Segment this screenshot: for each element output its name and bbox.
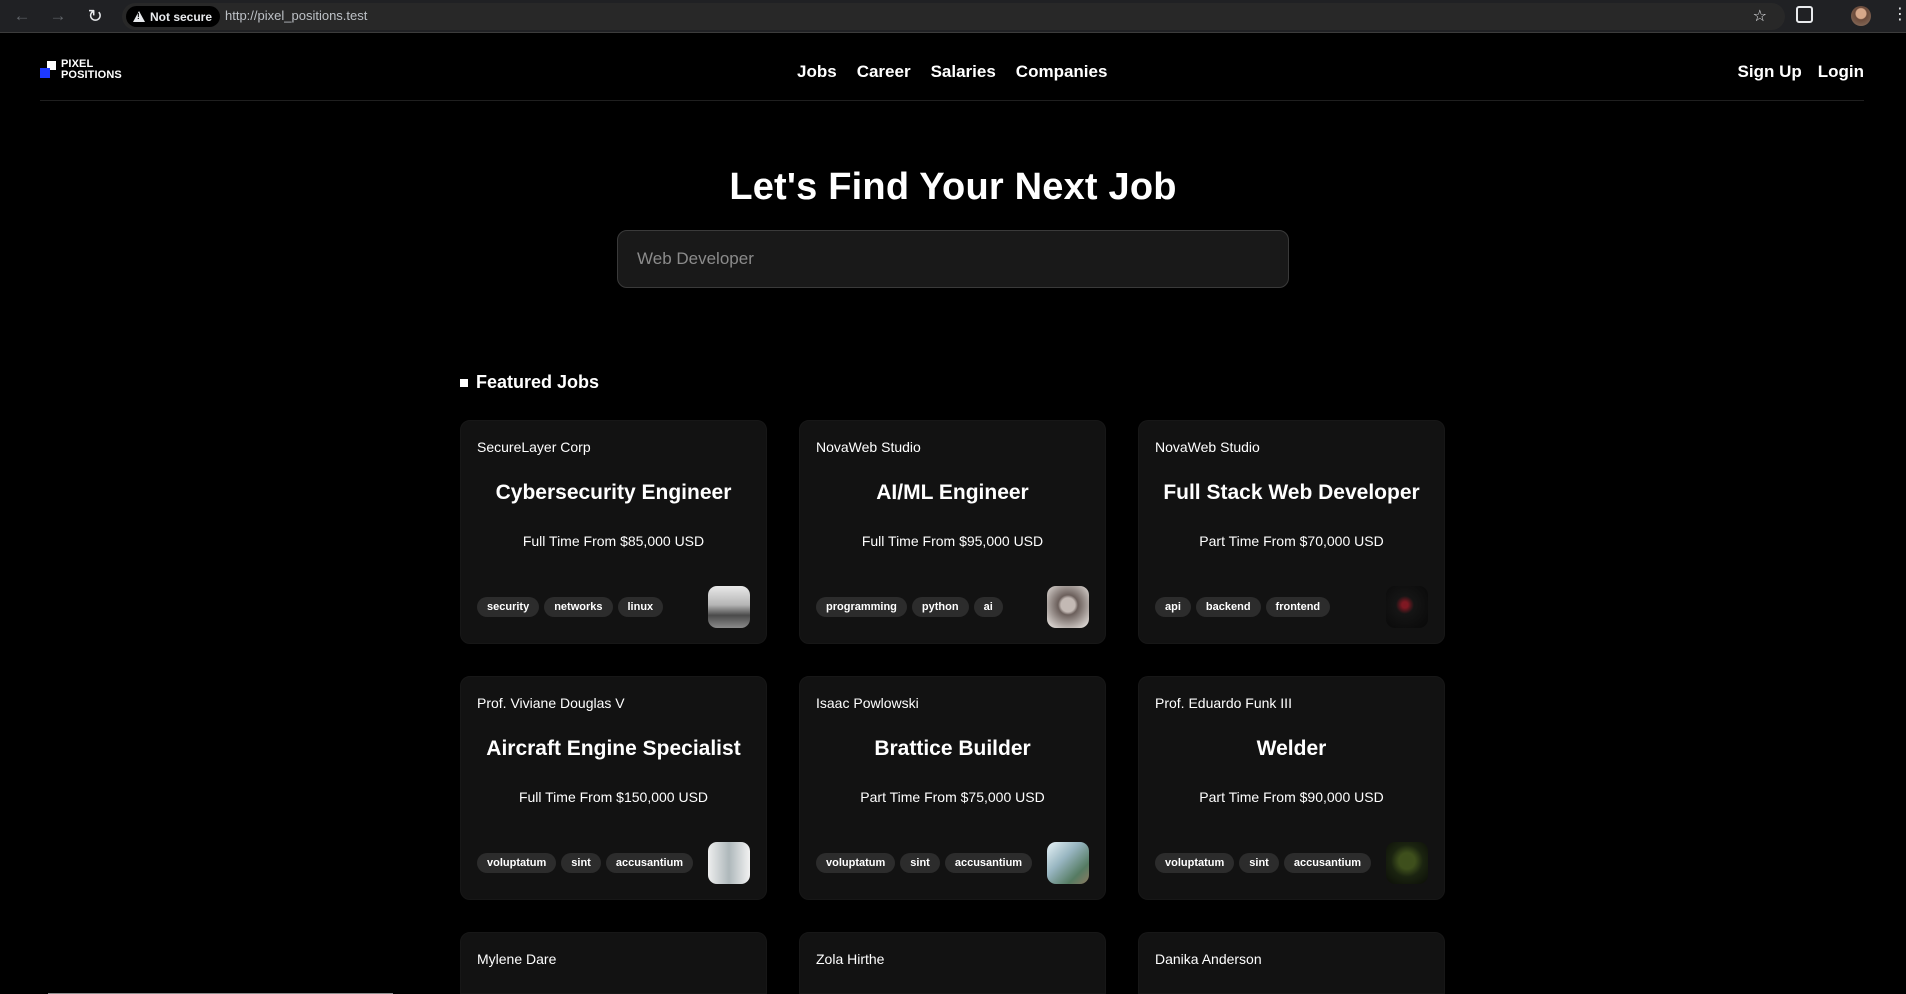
company-name[interactable]: NovaWeb Studio	[816, 439, 921, 455]
salary-text: Full Time From $85,000 USD	[522, 533, 705, 549]
job-title[interactable]: Cybersecurity Engineer	[461, 481, 766, 505]
browser-toolbar: ← → ↻ Not secure http://pixel_positions.…	[0, 0, 1906, 33]
company-name[interactable]: Prof. Eduardo Funk III	[1155, 695, 1292, 711]
site-logo[interactable]: PIXEL POSITIONS	[40, 59, 132, 81]
page-title: Let's Find Your Next Job	[729, 166, 1177, 208]
company-name[interactable]: SecureLayer Corp	[477, 439, 591, 455]
salary-text: Full Time From $150,000 USD	[518, 789, 709, 805]
tag[interactable]: security	[477, 597, 540, 617]
tag[interactable]: linux	[617, 597, 664, 617]
browser-menu-icon[interactable]: ⋮	[1892, 5, 1906, 25]
tag[interactable]: sint	[900, 853, 940, 873]
nav-salaries[interactable]: Salaries	[931, 62, 996, 82]
tag[interactable]: python	[911, 597, 969, 617]
job-card[interactable]: Zola Hirthe	[799, 932, 1106, 994]
tag[interactable]: ai	[973, 597, 1003, 617]
company-name[interactable]: Danika Anderson	[1155, 951, 1262, 967]
employer-logo	[1047, 586, 1089, 628]
sign-up-link[interactable]: Sign Up	[1738, 62, 1802, 82]
job-card[interactable]: NovaWeb Studio Full Stack Web Developer …	[1138, 420, 1445, 644]
reload-icon[interactable]: ↻	[84, 5, 106, 27]
job-card[interactable]: SecureLayer Corp Cybersecurity Engineer …	[460, 420, 767, 644]
salary-text: Part Time From $90,000 USD	[1199, 789, 1384, 805]
company-name[interactable]: NovaWeb Studio	[1155, 439, 1260, 455]
extensions-icon[interactable]	[1796, 6, 1813, 23]
employer-logo	[708, 586, 750, 628]
logo-text: PIXEL POSITIONS	[61, 58, 122, 81]
tag[interactable]: voluptatum	[816, 853, 896, 873]
job-title[interactable]: Brattice Builder	[800, 737, 1105, 761]
job-title[interactable]: AI/ML Engineer	[800, 481, 1105, 505]
security-chip[interactable]: Not secure	[126, 6, 221, 27]
tag[interactable]: backend	[1195, 597, 1261, 617]
site-header: PIXEL POSITIONS Jobs Career Salaries Com…	[40, 34, 1864, 101]
company-name[interactable]: Prof. Viviane Douglas V	[477, 695, 625, 711]
company-name[interactable]: Zola Hirthe	[816, 951, 884, 967]
job-title[interactable]: Full Stack Web Developer	[1139, 481, 1444, 505]
salary-text: Full Time From $95,000 USD	[861, 533, 1044, 549]
nav-jobs[interactable]: Jobs	[797, 62, 837, 82]
tag-list: programming python ai	[816, 597, 1003, 617]
nav-companies[interactable]: Companies	[1016, 62, 1108, 82]
job-card[interactable]: Prof. Eduardo Funk III Welder Part Time …	[1138, 676, 1445, 900]
job-card[interactable]: Prof. Viviane Douglas V Aircraft Engine …	[460, 676, 767, 900]
tag-list: voluptatum sint accusantium	[477, 853, 694, 873]
tag[interactable]: accusantium	[944, 853, 1033, 873]
job-card[interactable]: NovaWeb Studio AI/ML Engineer Full Time …	[799, 420, 1106, 644]
featured-jobs-heading: Featured Jobs	[460, 372, 599, 393]
square-bullet-icon	[460, 378, 468, 387]
company-name[interactable]: Mylene Dare	[477, 951, 556, 967]
tag[interactable]: accusantium	[605, 853, 694, 873]
profile-avatar[interactable]	[1851, 6, 1871, 26]
main-nav: Jobs Career Salaries Companies	[797, 62, 1107, 82]
tag-list: voluptatum sint accusantium	[816, 853, 1033, 873]
forward-arrow-icon[interactable]: →	[47, 5, 69, 27]
nav-career[interactable]: Career	[857, 62, 911, 82]
job-title[interactable]: Aircraft Engine Specialist	[461, 737, 766, 761]
address-bar[interactable]: Not secure http://pixel_positions.test ☆	[122, 3, 1785, 30]
employer-logo	[708, 842, 750, 884]
tag[interactable]: voluptatum	[1155, 853, 1235, 873]
tag[interactable]: frontend	[1265, 597, 1331, 617]
login-link[interactable]: Login	[1818, 62, 1864, 82]
bookmark-star-icon[interactable]: ☆	[1753, 6, 1767, 26]
tag[interactable]: sint	[561, 853, 601, 873]
tag-list: security networks linux	[477, 597, 664, 617]
security-label: Not secure	[150, 9, 213, 24]
auth-nav: Sign Up Login	[1738, 62, 1864, 82]
warning-icon	[133, 11, 145, 22]
job-card[interactable]: Mylene Dare	[460, 932, 767, 994]
employer-logo	[1386, 586, 1428, 628]
search-input[interactable]	[617, 230, 1289, 288]
back-arrow-icon[interactable]: ←	[11, 5, 33, 27]
url-text[interactable]: http://pixel_positions.test	[225, 8, 367, 23]
job-title[interactable]: Welder	[1139, 737, 1444, 761]
tag[interactable]: programming	[816, 597, 907, 617]
tag[interactable]: sint	[1239, 853, 1279, 873]
job-card[interactable]: Isaac Powlowski Brattice Builder Part Ti…	[799, 676, 1106, 900]
job-card[interactable]: Danika Anderson	[1138, 932, 1445, 994]
tag[interactable]: api	[1155, 597, 1191, 617]
employer-logo	[1047, 842, 1089, 884]
tag-list: api backend frontend	[1155, 597, 1331, 617]
company-name[interactable]: Isaac Powlowski	[816, 695, 919, 711]
salary-text: Part Time From $70,000 USD	[1199, 533, 1384, 549]
tag[interactable]: voluptatum	[477, 853, 557, 873]
tag-list: voluptatum sint accusantium	[1155, 853, 1372, 873]
logo-mark-blue	[40, 68, 50, 78]
salary-text: Part Time From $75,000 USD	[860, 789, 1045, 805]
tag[interactable]: networks	[544, 597, 613, 617]
tag[interactable]: accusantium	[1283, 853, 1372, 873]
employer-logo	[1386, 842, 1428, 884]
